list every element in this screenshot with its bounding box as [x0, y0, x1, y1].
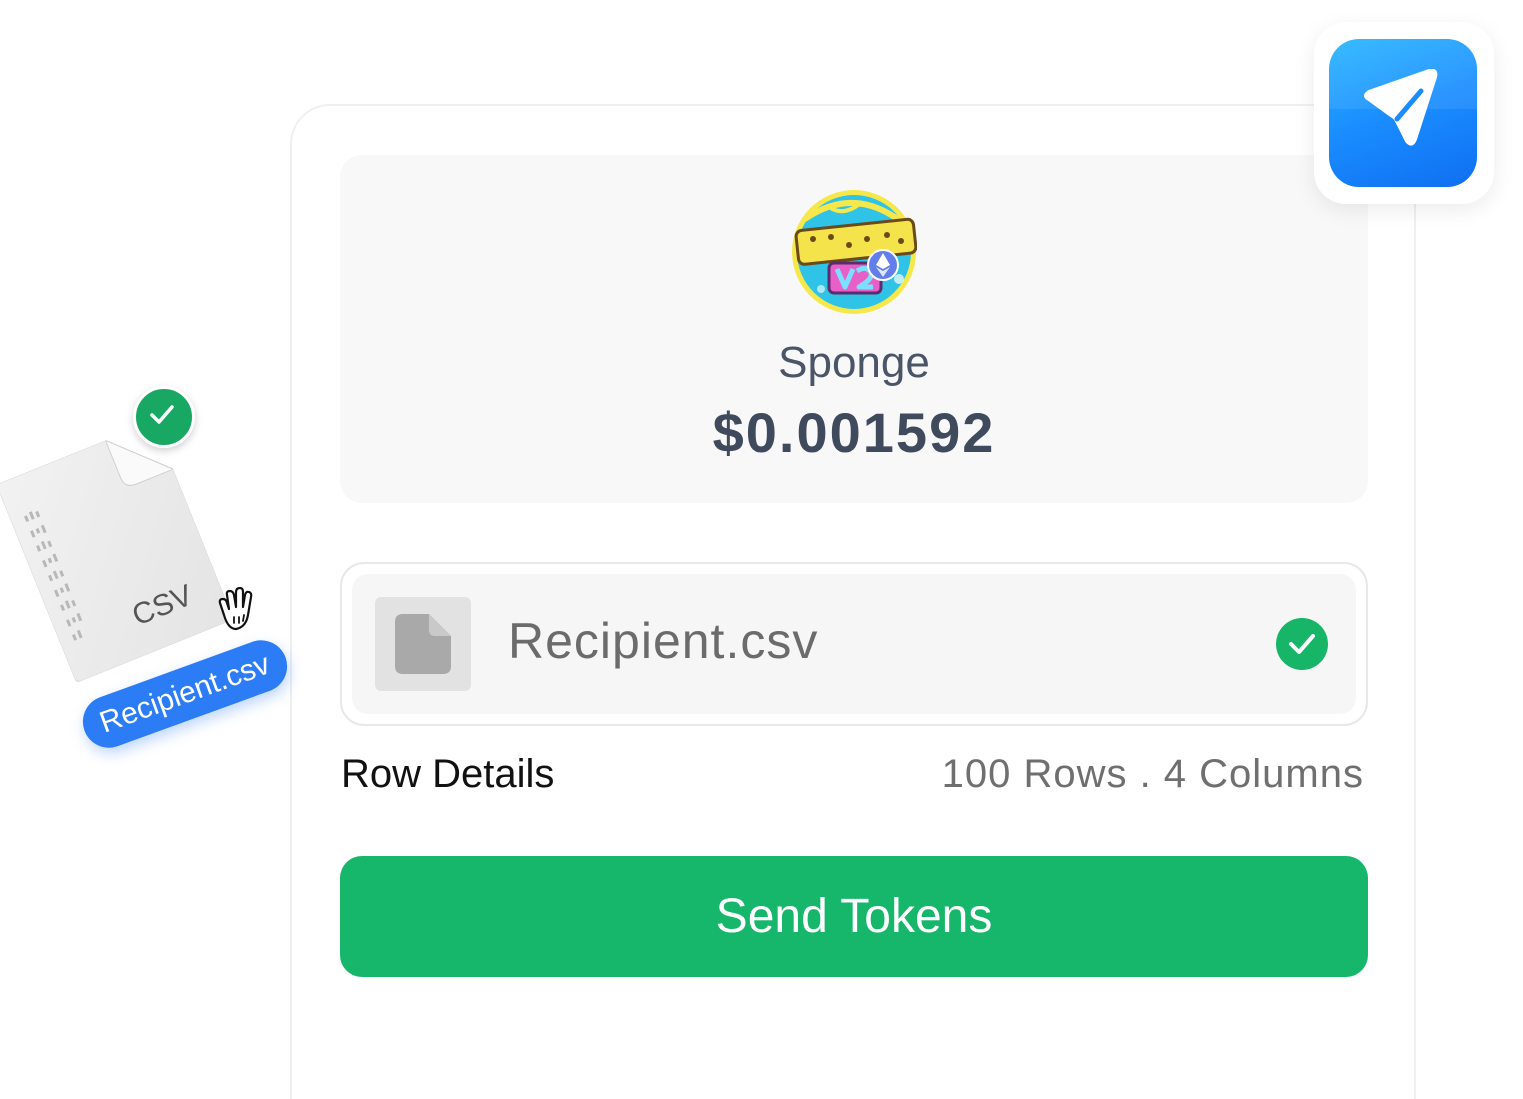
- paper-plane-icon: [1329, 39, 1477, 187]
- check-circle-icon: [133, 386, 195, 448]
- send-tokens-button[interactable]: Send Tokens: [340, 856, 1368, 977]
- row-details-value: 100 Rows . 4 Columns: [941, 752, 1364, 796]
- hand-cursor-icon: [210, 585, 260, 635]
- document-icon: [375, 597, 471, 691]
- stage: Sponge $0.001592 Recipient.csv Row Detai…: [0, 0, 1523, 1099]
- token-name: Sponge: [778, 338, 930, 387]
- sponge-v2-logo-icon: [791, 189, 918, 315]
- row-details-label: Row Details: [341, 752, 555, 796]
- dragged-csv-file: CSV: [0, 421, 234, 683]
- token-price: $0.001592: [712, 401, 996, 464]
- file-name: Recipient.csv: [508, 613, 819, 669]
- file-upload-inner: [352, 574, 1356, 714]
- check-circle-icon: [1276, 618, 1328, 670]
